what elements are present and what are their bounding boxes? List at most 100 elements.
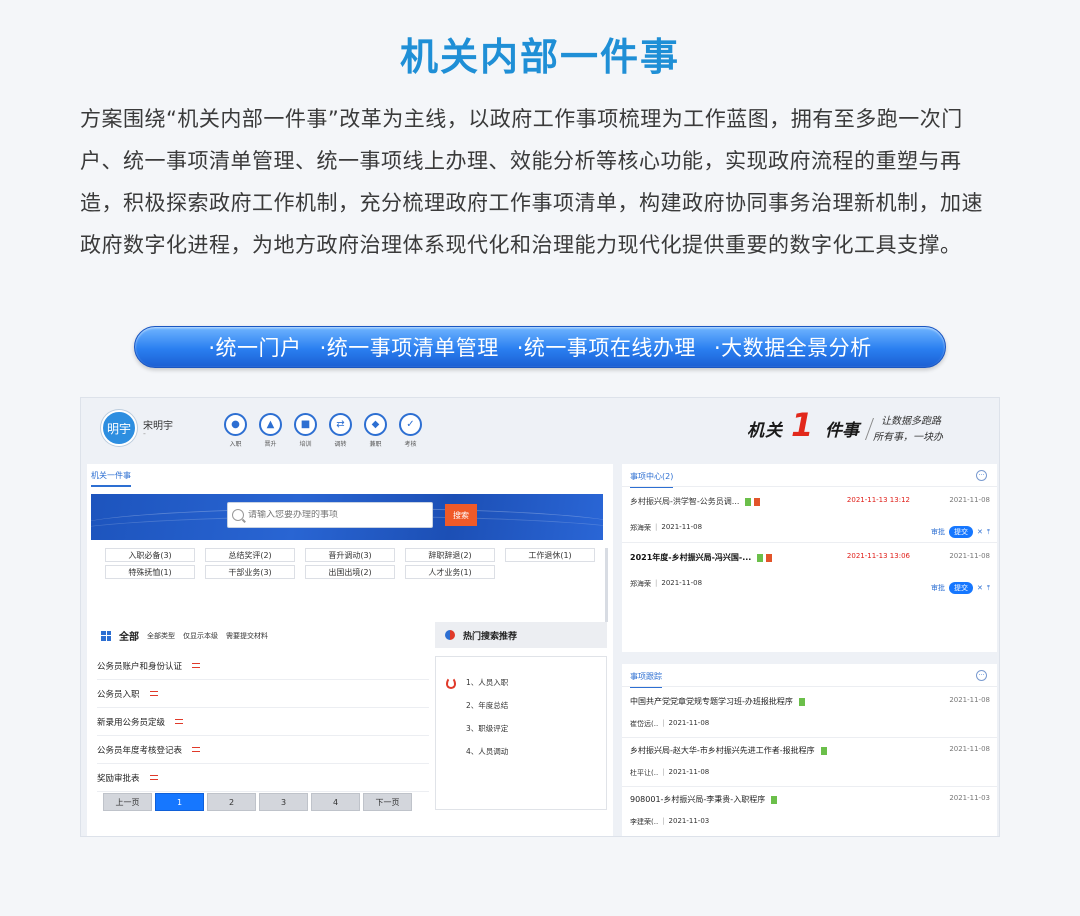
category-item[interactable]: 特殊抚恤(1) (105, 565, 195, 579)
quick-action-onboard[interactable]: ● 入职 (224, 413, 247, 448)
approve-button[interactable]: 审批 (931, 527, 945, 537)
hot-search-header: 热门搜索推荐 (435, 622, 607, 648)
more-icon[interactable]: ··· (976, 670, 987, 681)
item-list: 公务员账户和身份认证 公务员入职 新录用公务员定级 公务员年度考核登记表 奖励审… (97, 652, 429, 792)
filter-all-types[interactable]: 全部类型 (147, 631, 175, 641)
attachment-icon (754, 497, 761, 506)
category-list: 入职必备(3) 总结奖评(2) 晋升调动(3) 辞职辞退(2) 工作退休(1) … (105, 548, 595, 579)
quick-action-assessment[interactable]: ✓ 考核 (399, 413, 422, 448)
category-item[interactable]: 入职必备(3) (105, 548, 195, 562)
list-item[interactable]: 新录用公务员定级 (97, 708, 429, 736)
promotion-icon: ▲ (259, 413, 282, 436)
app-screenshot: 明宇 宋明宇 - ● 入职 ▲ 晋升 ■ 培训 ⇄ 调转 ◆ 兼职 ✓ 考核 机… (80, 397, 1000, 837)
tracking-date: 2021-11-03 (949, 794, 990, 802)
list-item[interactable]: 公务员入职 (97, 680, 429, 708)
part-time-icon: ◆ (364, 413, 387, 436)
pager-page-1[interactable]: 1 (155, 793, 204, 811)
filter-all[interactable]: 全部 (119, 628, 139, 643)
list-item[interactable]: 公务员账户和身份认证 (97, 652, 429, 680)
list-item[interactable]: 公务员年度考核登记表 (97, 736, 429, 764)
event-deadline: 2021-11-13 13:12 (846, 496, 910, 504)
brand-logo: 机关 1 件事 让数据多跑路 所有事，一块办 (747, 406, 943, 444)
category-item[interactable]: 工作退休(1) (505, 548, 595, 562)
hot-search-title: 热门搜索推荐 (463, 631, 518, 642)
hot-search-item[interactable]: 3、职级评定 (466, 723, 508, 734)
category-item[interactable]: 晋升调动(3) (305, 548, 395, 562)
hot-search-item[interactable]: 4、人员调动 (466, 746, 508, 757)
filter-local-only[interactable]: 仅显示本级 (183, 631, 218, 641)
tracking-row[interactable]: 908001-乡村振兴局-李秉贵-入职程序 2021-11-03 李建荣(.. |… (630, 794, 990, 827)
document-icon (820, 746, 827, 755)
assessment-icon: ✓ (399, 413, 422, 436)
filter-bar: 全部 全部类型 仅显示本级 需要提交材料 (101, 628, 268, 643)
pin-top-icon[interactable]: ⤒ (987, 584, 990, 593)
quick-action-transfer[interactable]: ⇄ 调转 (329, 413, 352, 448)
pager-page-4[interactable]: 4 (311, 793, 360, 811)
event-tracking-panel: 事项跟踪 ··· 中国共产党党章党规专题学习班-办班报批程序 2021-11-0… (622, 664, 997, 836)
left-panel-title[interactable]: 机关一件事 (91, 470, 131, 487)
onboard-icon: ● (224, 413, 247, 436)
search-button[interactable]: 搜索 (445, 504, 477, 526)
submit-button[interactable]: 提交 (949, 582, 974, 594)
submit-button[interactable]: 提交 (949, 526, 974, 538)
filter-needs-materials[interactable]: 需要提交材料 (226, 631, 268, 641)
attachment-icon (766, 553, 773, 562)
approve-button[interactable]: 审批 (931, 583, 945, 593)
quick-action-part-time[interactable]: ◆ 兼职 (364, 413, 387, 448)
quick-action-training[interactable]: ■ 培训 (294, 413, 317, 448)
feature-list-management: ·统一事项清单管理 (319, 336, 499, 360)
event-row[interactable]: 2021年度-乡村振兴局-冯兴国-... 2021-11-13 13:06 20… (630, 552, 990, 594)
category-item[interactable]: 出国出境(2) (305, 565, 395, 579)
category-item[interactable]: 人才业务(1) (405, 565, 495, 579)
tracking-date: 2021-11-08 (949, 745, 990, 753)
pager-prev[interactable]: 上一页 (103, 793, 152, 811)
tracking-row[interactable]: 中国共产党党章党规专题学习班-办班报批程序 2021-11-08 崔岱远(.. |… (630, 696, 990, 729)
tracking-row[interactable]: 乡村振兴局-赵大华-市乡村振兴先进工作者-报批程序 2021-11-08 杜平让… (630, 745, 990, 778)
category-item[interactable]: 总结奖评(2) (205, 548, 295, 562)
logo-slogan-1: 让数据多跑路 (881, 416, 941, 427)
fire-icon (446, 677, 456, 689)
event-center-panel: 事项中心(2) ··· 乡村振兴局-洪学智-公务员调... 2021-11-13… (622, 464, 997, 652)
feature-pill: ·统一门户 ·统一事项清单管理 ·统一事项在线办理 ·大数据全景分析 (134, 326, 946, 368)
pager-page-3[interactable]: 3 (259, 793, 308, 811)
hot-search-item[interactable]: 1、人员入职 (466, 677, 508, 688)
training-icon: ■ (294, 413, 317, 436)
hot-search-list: 1、人员入职 2、年度总结 3、职级评定 4、人员调动 (435, 656, 607, 810)
event-date: 2021-11-08 (949, 552, 990, 560)
flag-icon (192, 747, 201, 752)
event-row[interactable]: 乡村振兴局-洪学智-公务员调... 2021-11-13 13:12 2021-… (630, 496, 990, 538)
user-name: 宋明宇 (143, 421, 173, 432)
logo-slogan-2: 所有事，一块办 (873, 432, 943, 443)
search-input[interactable] (248, 510, 428, 520)
list-item[interactable]: 奖励审批表 (97, 764, 429, 792)
event-date: 2021-11-08 (949, 496, 990, 504)
event-deadline: 2021-11-13 13:06 (846, 552, 910, 560)
pagination: 上一页 1 2 3 4 下一页 (103, 793, 412, 811)
flag-icon (149, 691, 158, 696)
feature-portal: ·统一门户 (208, 336, 302, 360)
search-banner: 搜索 (91, 494, 603, 540)
transfer-icon: ⇄ (329, 413, 352, 436)
document-icon (798, 697, 805, 706)
pin-top-icon[interactable]: ⤒ (987, 528, 990, 537)
category-scrollbar[interactable] (605, 548, 608, 622)
search-box (227, 502, 433, 528)
more-icon[interactable]: ··· (976, 470, 987, 481)
user-sub: - (143, 429, 146, 438)
close-icon[interactable]: ✕ (977, 584, 983, 592)
flag-icon (192, 663, 201, 668)
document-icon (771, 795, 778, 804)
hero-title: 机关内部一件事 (399, 35, 680, 79)
quick-action-promotion[interactable]: ▲ 晋升 (259, 413, 282, 448)
feature-online-handling: ·统一事项在线办理 (516, 336, 696, 360)
pager-next[interactable]: 下一页 (363, 793, 412, 811)
hot-badge-icon (445, 630, 455, 640)
pager-page-2[interactable]: 2 (207, 793, 256, 811)
avatar[interactable]: 明宇 (101, 410, 137, 446)
quick-actions: ● 入职 ▲ 晋升 ■ 培训 ⇄ 调转 ◆ 兼职 ✓ 考核 (224, 413, 422, 448)
close-icon[interactable]: ✕ (977, 528, 983, 536)
category-item[interactable]: 辞职辞退(2) (405, 548, 495, 562)
hot-search-item[interactable]: 2、年度总结 (466, 700, 508, 711)
app-topbar: 明宇 宋明宇 - ● 入职 ▲ 晋升 ■ 培训 ⇄ 调转 ◆ 兼职 ✓ 考核 机… (81, 398, 999, 458)
category-item[interactable]: 干部业务(3) (205, 565, 295, 579)
